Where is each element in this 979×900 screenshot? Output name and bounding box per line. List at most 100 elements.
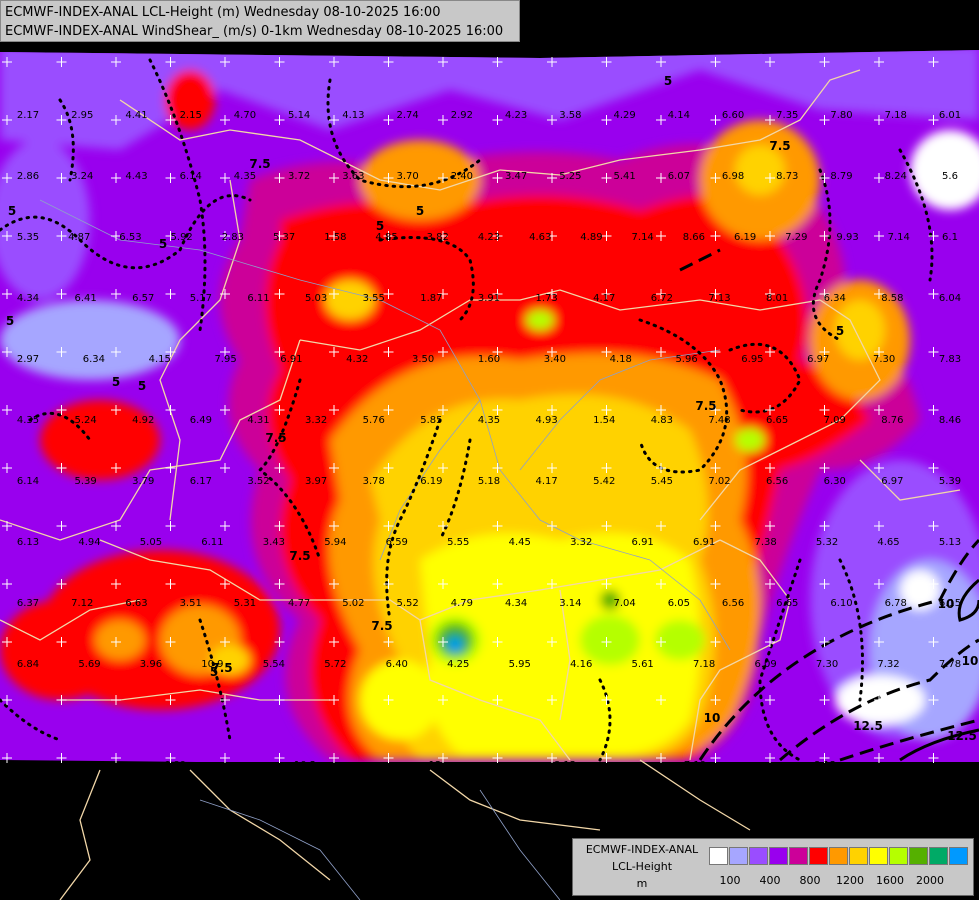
windshear-value: 6.04: [939, 293, 961, 304]
windshear-value: 7.78: [939, 659, 961, 670]
contour-value: 5: [416, 204, 424, 218]
windshear-value: 1.87: [420, 293, 442, 304]
windshear-value: 7.04: [613, 598, 635, 609]
windshear-value: 4.23: [505, 110, 527, 121]
legend-tick-label: 800: [799, 874, 821, 887]
windshear-value: 7.80: [830, 110, 852, 121]
windshear-value: 6.10: [830, 598, 852, 609]
contour-value: 10: [938, 597, 955, 611]
legend-swatch: [729, 847, 748, 865]
windshear-value: 3.58: [559, 110, 581, 121]
windshear-value: 8.12: [814, 760, 836, 771]
contour-value: 12.5: [853, 719, 883, 733]
windshear-value: 3.47: [505, 171, 527, 182]
windshear-value: 4.92: [132, 415, 154, 426]
windshear-value: 3.32: [570, 537, 592, 548]
windshear-value: 5.52: [397, 598, 419, 609]
windshear-value: 6.78: [885, 598, 907, 609]
contour-value: 5: [138, 379, 146, 393]
windshear-value: 5.39: [939, 476, 961, 487]
windshear-value: 4.35: [478, 415, 500, 426]
legend-tick-label: 1600: [876, 874, 904, 887]
windshear-value: 6.34: [824, 293, 846, 304]
windshear-value: 4.16: [570, 659, 592, 670]
windshear-value: 6.11: [201, 537, 223, 548]
windshear-value: 6.60: [722, 110, 744, 121]
windshear-value: 12: [429, 760, 442, 771]
windshear-value: 4.32: [346, 354, 368, 365]
windshear-value: 8.66: [683, 232, 705, 243]
windshear-value: 2.40: [451, 171, 473, 182]
legend-variable-label: LCL-Height: [611, 860, 673, 873]
windshear-value: 7.18: [693, 659, 715, 670]
windshear-value: 4.93: [535, 415, 557, 426]
windshear-value: 6.91: [280, 354, 302, 365]
windshear-value: 7.32: [877, 659, 899, 670]
windshear-value: 5.94: [324, 537, 346, 548]
title-line-lcl: ECMWF-INDEX-ANAL LCL-Height (m) Wednesda…: [5, 5, 441, 20]
windshear-value: 4.15: [149, 354, 171, 365]
windshear-value: 5.14: [288, 110, 310, 121]
contour-value: 7.5: [695, 399, 716, 413]
windshear-value: 6.41: [74, 293, 96, 304]
windshear-value: 3.52: [247, 476, 269, 487]
windshear-value: 6.1: [942, 232, 958, 243]
windshear-value: 7.95: [214, 354, 236, 365]
windshear-value: 7.12: [71, 598, 93, 609]
windshear-value: 5.61: [632, 659, 654, 670]
windshear-value: 3.82: [427, 232, 449, 243]
windshear-value: 3.96: [140, 659, 162, 670]
windshear-value: 5.05: [140, 537, 162, 548]
windshear-value: 3.91: [478, 293, 500, 304]
lcl-height-map: 2.17 2.95 4.41 2.15 4.70 5.14 4.13 2.74 2.92 4.23…: [0, 0, 979, 900]
title-line-windshear: ECMWF-INDEX-ANAL WindShear_ (m/s) 0-1km …: [5, 24, 504, 39]
windshear-value: 6.13: [17, 537, 39, 548]
windshear-value: 7.19: [684, 760, 706, 771]
windshear-value: 4.35: [17, 415, 39, 426]
windshear-value: 5.55: [447, 537, 469, 548]
windshear-value: 6.30: [824, 476, 846, 487]
contour-value: 7.5: [769, 139, 790, 153]
windshear-value: 4.83: [651, 415, 673, 426]
windshear-value: 4.35: [234, 171, 256, 182]
windshear-value: 7.29: [785, 232, 807, 243]
windshear-value: 5.41: [613, 171, 635, 182]
windshear-value: 6.95: [741, 354, 763, 365]
contour-value: 7.5: [249, 157, 270, 171]
windshear-value: 4.17: [535, 476, 557, 487]
legend-swatch: [789, 847, 808, 865]
windshear-value: 6.63: [125, 598, 147, 609]
contour-value: 5: [6, 314, 14, 328]
windshear-value: 4.23: [478, 232, 500, 243]
color-legend: ECMWF-INDEX-ANAL LCL-Height m 100 400 800 1…: [572, 838, 974, 896]
windshear-value: 2.97: [17, 354, 39, 365]
legend-source-label: ECMWF-INDEX-ANAL: [585, 843, 699, 856]
windshear-value: 10.2: [294, 760, 316, 771]
legend-swatch: [849, 847, 868, 865]
legend-swatch: [869, 847, 888, 865]
windshear-value: 8.24: [885, 171, 907, 182]
windshear-value: 6.56: [722, 598, 744, 609]
windshear-value: 7.48: [708, 415, 730, 426]
windshear-value: 6.14: [180, 171, 202, 182]
legend-swatch: [709, 847, 728, 865]
windshear-value: 5.32: [816, 537, 838, 548]
windshear-value: 1.54: [593, 415, 615, 426]
legend-tick-label: 100: [719, 874, 741, 887]
windshear-value: 4.77: [288, 598, 310, 609]
windshear-value: 5.25: [559, 171, 581, 182]
windshear-value: 6.19: [734, 232, 756, 243]
legend-swatch: [909, 847, 928, 865]
windshear-value: 3.55: [363, 293, 385, 304]
windshear-value: 5.6: [942, 171, 958, 182]
windshear-value: 1.60: [478, 354, 500, 365]
windshear-value: 5.02: [342, 598, 364, 609]
windshear-value: 6.65: [766, 415, 788, 426]
windshear-value: 3.43: [263, 537, 285, 548]
windshear-value: 2.86: [17, 171, 39, 182]
windshear-value: 6.97: [807, 354, 829, 365]
contour-value: 5: [664, 74, 672, 88]
windshear-value: 9.93: [836, 232, 858, 243]
windshear-value: 4.79: [451, 598, 473, 609]
windshear-value: 6.49: [190, 415, 212, 426]
